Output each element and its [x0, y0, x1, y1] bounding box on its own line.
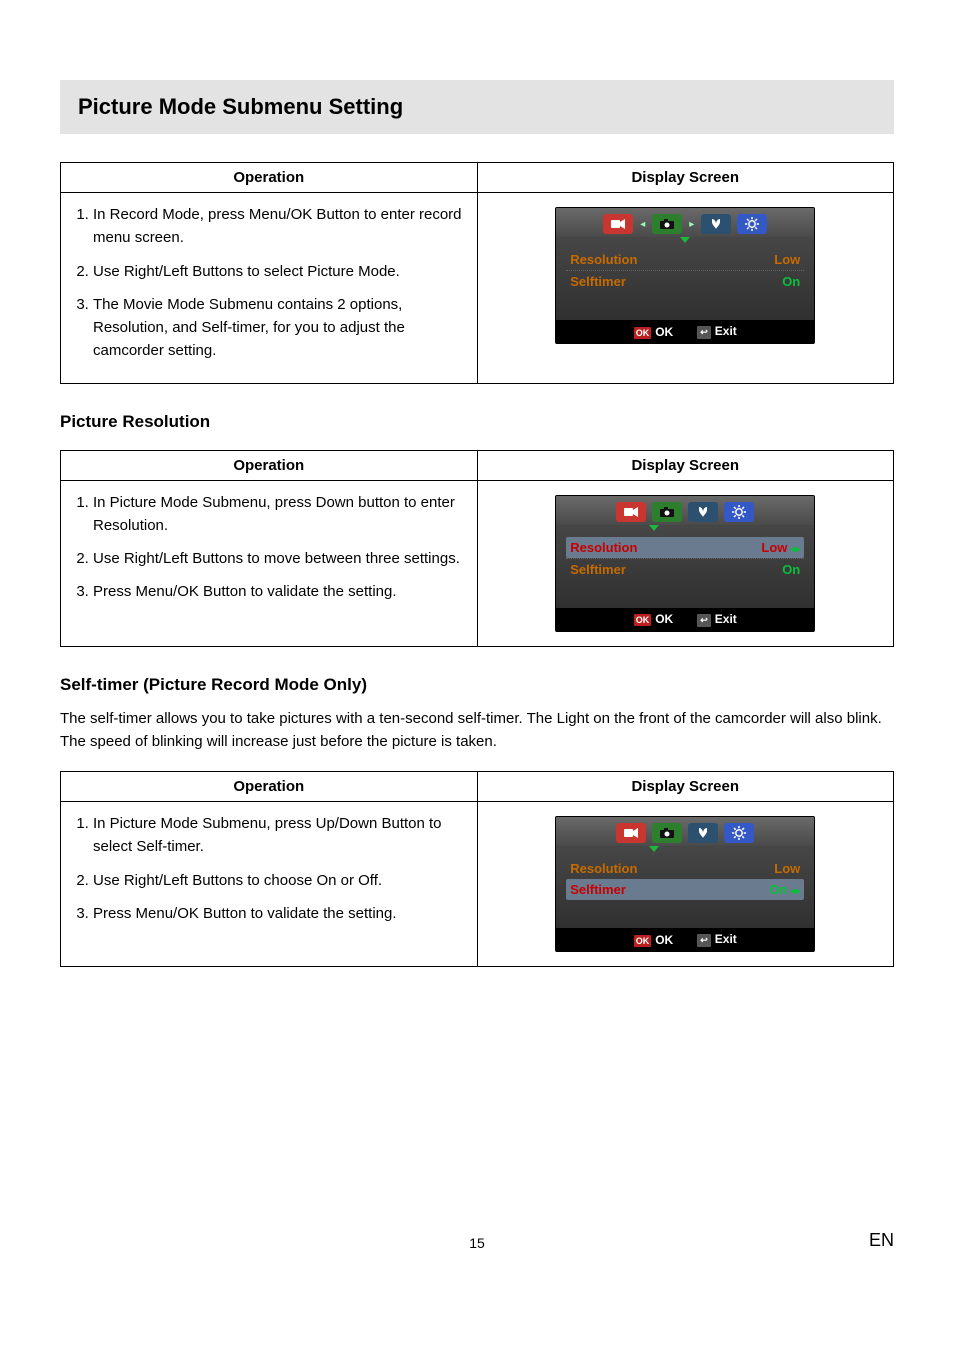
menu-row-resolution: Resolution Low	[566, 537, 804, 558]
video-mode-icon	[616, 502, 646, 522]
step-item: In Picture Mode Submenu, press Down butt…	[93, 491, 465, 538]
menu-row-resolution: Resolution Low	[566, 858, 804, 879]
down-indicator-icon	[556, 525, 814, 533]
menu-row-resolution: Resolution Low	[566, 249, 804, 270]
tab-row	[556, 817, 814, 846]
step-item: The Movie Mode Submenu contains 2 option…	[93, 293, 465, 363]
display-screen-2: Resolution Low Selftimer On OKOK ↩Exit	[555, 495, 815, 632]
down-indicator-icon	[556, 846, 814, 854]
exit-hint: ↩Exit	[697, 932, 737, 947]
video-mode-icon	[603, 214, 633, 234]
exit-hint: ↩Exit	[697, 324, 737, 339]
ok-badge-icon: OK	[634, 327, 652, 339]
left-arrow-icon: ◂	[639, 219, 646, 230]
th-display: Display Screen	[477, 450, 894, 480]
table-selftimer: Operation Display Screen In Picture Mode…	[60, 771, 894, 967]
display-screen-3: Resolution Low Selftimer On OKOK ↩Exit	[555, 816, 815, 952]
ok-hint: OKOK	[634, 325, 674, 339]
exit-hint: ↩Exit	[697, 612, 737, 627]
steps-list: In Record Mode, press Menu/OK Button to …	[73, 203, 465, 363]
settings-mode-icon	[724, 823, 754, 843]
step-item: Use Right/Left Buttons to move between t…	[93, 547, 465, 570]
photo-mode-icon	[652, 214, 682, 234]
page-language: EN	[869, 1230, 894, 1251]
exit-badge-icon: ↩	[697, 934, 711, 947]
menu-label: Resolution	[570, 861, 637, 876]
td-operation: In Record Mode, press Menu/OK Button to …	[61, 193, 478, 384]
table-picture-resolution: Operation Display Screen In Picture Mode…	[60, 450, 894, 647]
table-picture-mode: Operation Display Screen In Record Mode,…	[60, 162, 894, 384]
screen-footer: OKOK ↩Exit	[556, 608, 814, 631]
menu-label: Resolution	[570, 252, 637, 267]
selftimer-description: The self-timer allows you to take pictur…	[60, 707, 894, 754]
menu-label: Selftimer	[570, 562, 626, 577]
effects-mode-icon	[688, 502, 718, 522]
menu-value: Low	[761, 540, 800, 555]
video-mode-icon	[616, 823, 646, 843]
page-number: 15	[469, 1235, 485, 1251]
heading-picture-resolution: Picture Resolution	[60, 412, 894, 432]
tab-row	[556, 496, 814, 525]
screen-footer: OKOK ↩Exit	[556, 928, 814, 951]
menu-label: Selftimer	[570, 274, 626, 289]
menu-row-selftimer: Selftimer On	[566, 558, 804, 580]
screen-footer: OKOK ↩Exit	[556, 320, 814, 343]
settings-mode-icon	[724, 502, 754, 522]
menu-row-selftimer: Selftimer On	[566, 879, 804, 900]
step-item: Use Right/Left Buttons to select Picture…	[93, 260, 465, 283]
ok-badge-icon: OK	[634, 614, 652, 626]
menu-value: On	[782, 274, 800, 289]
menu-value: Low	[774, 252, 800, 267]
section-title: Picture Mode Submenu Setting	[78, 94, 876, 120]
menu-value: On	[769, 882, 800, 897]
th-operation: Operation	[61, 450, 478, 480]
section-title-band: Picture Mode Submenu Setting	[60, 80, 894, 134]
ok-badge-icon: OK	[634, 935, 652, 947]
menu-row-selftimer: Selftimer On	[566, 270, 804, 292]
step-item: Press Menu/OK Button to validate the set…	[93, 902, 465, 925]
step-item: Press Menu/OK Button to validate the set…	[93, 580, 465, 603]
td-display: Resolution Low Selftimer On OKOK ↩Exit	[477, 802, 894, 967]
settings-mode-icon	[737, 214, 767, 234]
td-operation: In Picture Mode Submenu, press Down butt…	[61, 480, 478, 646]
exit-badge-icon: ↩	[697, 614, 711, 627]
td-display: ◂ ▸	[477, 193, 894, 384]
th-operation: Operation	[61, 163, 478, 193]
effects-mode-icon	[688, 823, 718, 843]
menu-label: Selftimer	[570, 882, 626, 897]
effects-mode-icon	[701, 214, 731, 234]
steps-list: In Picture Mode Submenu, press Down butt…	[73, 491, 465, 604]
th-display: Display Screen	[477, 163, 894, 193]
right-arrow-icon: ▸	[688, 219, 695, 230]
menu-label: Resolution	[570, 540, 637, 555]
steps-list: In Picture Mode Submenu, press Up/Down B…	[73, 812, 465, 925]
heading-selftimer: Self-timer (Picture Record Mode Only)	[60, 675, 894, 695]
step-item: In Picture Mode Submenu, press Up/Down B…	[93, 812, 465, 859]
photo-mode-icon	[652, 823, 682, 843]
tab-row: ◂ ▸	[556, 208, 814, 237]
menu-value: On	[782, 562, 800, 577]
exit-badge-icon: ↩	[697, 326, 711, 339]
display-screen-1: ◂ ▸	[555, 207, 815, 344]
photo-mode-icon	[652, 502, 682, 522]
td-display: Resolution Low Selftimer On OKOK ↩Exit	[477, 480, 894, 646]
step-item: In Record Mode, press Menu/OK Button to …	[93, 203, 465, 250]
ok-hint: OKOK	[634, 933, 674, 947]
th-operation: Operation	[61, 772, 478, 802]
down-indicator-icon	[556, 237, 814, 245]
ok-hint: OKOK	[634, 612, 674, 626]
menu-value: Low	[774, 861, 800, 876]
step-item: Use Right/Left Buttons to choose On or O…	[93, 869, 465, 892]
td-operation: In Picture Mode Submenu, press Up/Down B…	[61, 802, 478, 967]
th-display: Display Screen	[477, 772, 894, 802]
